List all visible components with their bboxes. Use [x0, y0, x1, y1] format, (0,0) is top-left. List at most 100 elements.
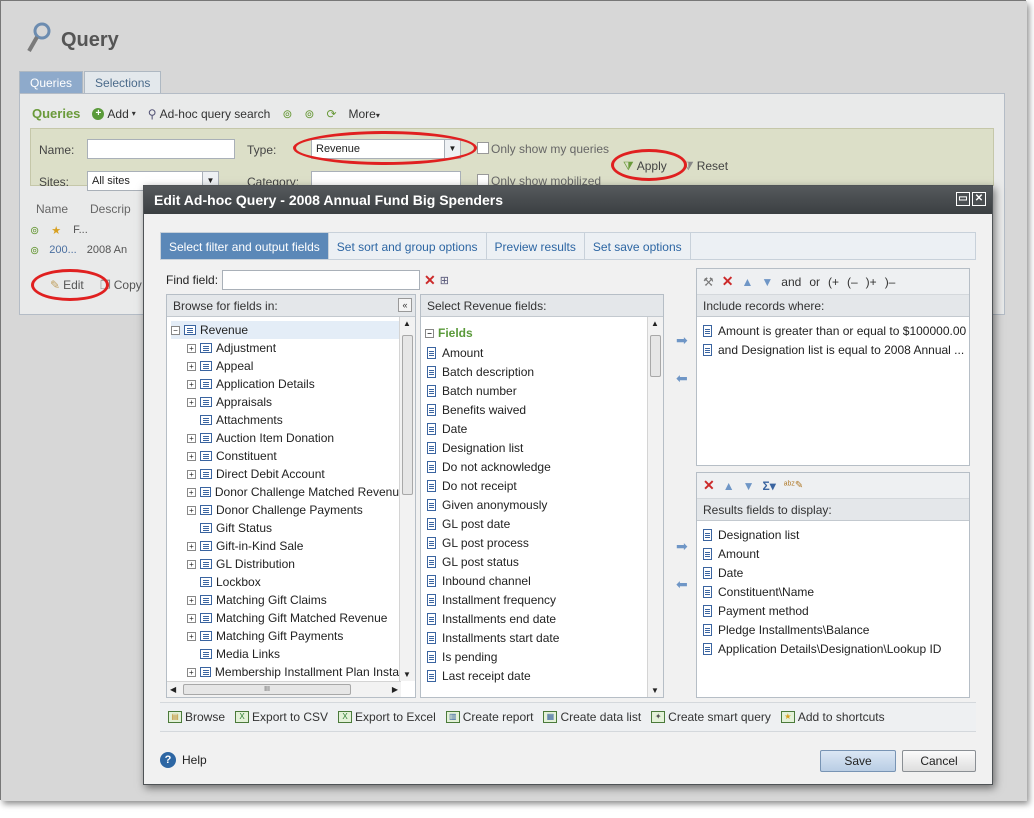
tab-sort-group[interactable]: Set sort and group options: [329, 233, 487, 259]
delete-output-icon[interactable]: ✕: [703, 477, 715, 494]
expand-icon[interactable]: +: [187, 541, 196, 551]
output-item[interactable]: Amount: [697, 544, 969, 563]
collapse-icon[interactable]: −: [171, 325, 180, 335]
cancel-button[interactable]: Cancel: [902, 750, 976, 772]
output-item[interactable]: Application Details\Designation\Lookup I…: [697, 639, 969, 658]
tree-item[interactable]: + Matching Gift Matched Revenue: [171, 609, 399, 627]
scroll-up-icon[interactable]: ▲: [403, 319, 411, 328]
expand-icon[interactable]: +: [187, 505, 196, 515]
action-shortcut-button[interactable]: ★ Add to shortcuts: [780, 710, 885, 724]
expand-icon[interactable]: +: [187, 433, 196, 443]
tree-item[interactable]: Lockbox: [171, 573, 399, 591]
tree-item[interactable]: + Matching Gift Claims: [171, 591, 399, 609]
more-menu[interactable]: More▾: [349, 107, 380, 121]
expand-icon[interactable]: +: [187, 613, 196, 623]
field-item[interactable]: Do not acknowledge: [421, 457, 647, 476]
and-button[interactable]: and: [781, 275, 801, 289]
move-down-icon[interactable]: ▼: [761, 275, 773, 289]
output-item[interactable]: Constituent\Name: [697, 582, 969, 601]
output-item[interactable]: Pledge Installments\Balance: [697, 620, 969, 639]
fields-vertical-scrollbar[interactable]: ▲ ▼: [647, 317, 663, 697]
tree-item[interactable]: + Gift-in-Kind Sale: [171, 537, 399, 555]
column-name[interactable]: Name: [30, 202, 90, 220]
remove-filter-arrow-icon[interactable]: ⬅: [676, 370, 688, 387]
tree-item[interactable]: + Adjustment: [171, 339, 399, 357]
action-smart-query-button[interactable]: ✦ Create smart query: [651, 710, 771, 724]
scroll-thumb[interactable]: [402, 335, 413, 495]
action-csv-button[interactable]: X Export to CSV: [235, 710, 328, 724]
field-item[interactable]: GL post process: [421, 533, 647, 552]
field-item[interactable]: Installments start date: [421, 628, 647, 647]
reset-button[interactable]: ⧩ Reset: [683, 159, 728, 174]
table-row[interactable]: ⊚ 200... 2008 An: [30, 244, 127, 257]
field-item[interactable]: GL post date: [421, 514, 647, 533]
expand-icon[interactable]: +: [187, 559, 196, 569]
expand-icon[interactable]: ⊚: [30, 224, 39, 237]
field-item[interactable]: Given anonymously: [421, 495, 647, 514]
edit-filter-icon[interactable]: ⚒: [703, 275, 714, 289]
expand-all-icon[interactable]: ⊚: [282, 107, 292, 121]
clear-find-icon[interactable]: ✕: [424, 272, 436, 289]
field-item[interactable]: Benefits waived: [421, 400, 647, 419]
find-field-input[interactable]: [222, 270, 421, 290]
fields-group-header[interactable]: − Fields: [421, 323, 647, 343]
close-icon[interactable]: ✕: [972, 192, 986, 206]
tree-item[interactable]: + Constituent: [171, 447, 399, 465]
field-item[interactable]: Designation list: [421, 438, 647, 457]
column-description[interactable]: Descrip: [90, 202, 131, 220]
field-item[interactable]: Is pending: [421, 647, 647, 666]
expand-icon[interactable]: +: [187, 361, 196, 371]
field-item[interactable]: Installments end date: [421, 609, 647, 628]
scroll-down-icon[interactable]: ▼: [403, 670, 411, 679]
tab-queries[interactable]: Queries: [19, 71, 84, 93]
close-paren-add-button[interactable]: )+: [866, 275, 877, 289]
output-item[interactable]: Designation list: [697, 525, 969, 544]
expand-icon[interactable]: +: [187, 595, 196, 605]
action-report-button[interactable]: ▥ Create report: [445, 710, 533, 724]
adhoc-query-search-button[interactable]: ⚲ Ad-hoc query search: [148, 107, 271, 121]
scroll-thumb[interactable]: [650, 335, 661, 377]
close-paren-remove-button[interactable]: )–: [885, 275, 896, 289]
tree-root[interactable]: − Revenue: [171, 321, 399, 339]
open-paren-remove-button[interactable]: (–: [847, 275, 858, 289]
move-down-icon[interactable]: ▼: [743, 479, 755, 493]
rename-column-icon[interactable]: ᵃᵇᶻ✎: [784, 480, 803, 491]
expand-icon[interactable]: +: [187, 667, 196, 677]
move-up-icon[interactable]: ▲: [742, 275, 754, 289]
or-button[interactable]: or: [809, 275, 820, 289]
remove-output-arrow-icon[interactable]: ⬅: [676, 576, 688, 593]
add-filter-arrow-icon[interactable]: ➡: [676, 332, 688, 349]
filter-item[interactable]: and Designation list is equal to 2008 An…: [697, 340, 969, 359]
move-up-icon[interactable]: ▲: [723, 479, 735, 493]
collapse-icon[interactable]: −: [425, 328, 434, 338]
field-item[interactable]: Last receipt date: [421, 666, 647, 685]
field-item[interactable]: Batch number: [421, 381, 647, 400]
open-paren-add-button[interactable]: (+: [828, 275, 839, 289]
tree-item[interactable]: Media Links: [171, 645, 399, 663]
tree-item[interactable]: Gift Status: [171, 519, 399, 537]
tree-item[interactable]: Attachments: [171, 411, 399, 429]
scroll-right-icon[interactable]: ▶: [392, 685, 398, 694]
expand-icon[interactable]: +: [187, 397, 196, 407]
action-browse-button[interactable]: ▤ Browse: [168, 710, 225, 724]
action-data-list-button[interactable]: ▦ Create data list: [543, 710, 641, 724]
summarize-icon[interactable]: Σ▾: [763, 479, 776, 493]
tree-view-icon[interactable]: ⊞: [440, 274, 449, 287]
refresh-icon[interactable]: ⟳: [326, 107, 336, 121]
tree-item[interactable]: + Appeal: [171, 357, 399, 375]
add-output-arrow-icon[interactable]: ➡: [676, 538, 688, 555]
expand-icon[interactable]: +: [187, 343, 196, 353]
collapse-icon[interactable]: ⊚: [30, 244, 39, 257]
collapse-all-icon[interactable]: ⊚: [304, 107, 314, 121]
tab-save-options[interactable]: Set save options: [585, 233, 691, 259]
field-item[interactable]: Do not receipt: [421, 476, 647, 495]
tree-item[interactable]: + GL Distribution: [171, 555, 399, 573]
name-input[interactable]: [87, 139, 235, 159]
tree-item[interactable]: + Donor Challenge Payments: [171, 501, 399, 519]
field-item[interactable]: Batch description: [421, 362, 647, 381]
tree-item[interactable]: + Auction Item Donation: [171, 429, 399, 447]
output-item[interactable]: Payment method: [697, 601, 969, 620]
help-link[interactable]: ? Help: [160, 752, 207, 768]
action-excel-button[interactable]: X Export to Excel: [338, 710, 436, 724]
delete-filter-icon[interactable]: ✕: [722, 273, 734, 290]
